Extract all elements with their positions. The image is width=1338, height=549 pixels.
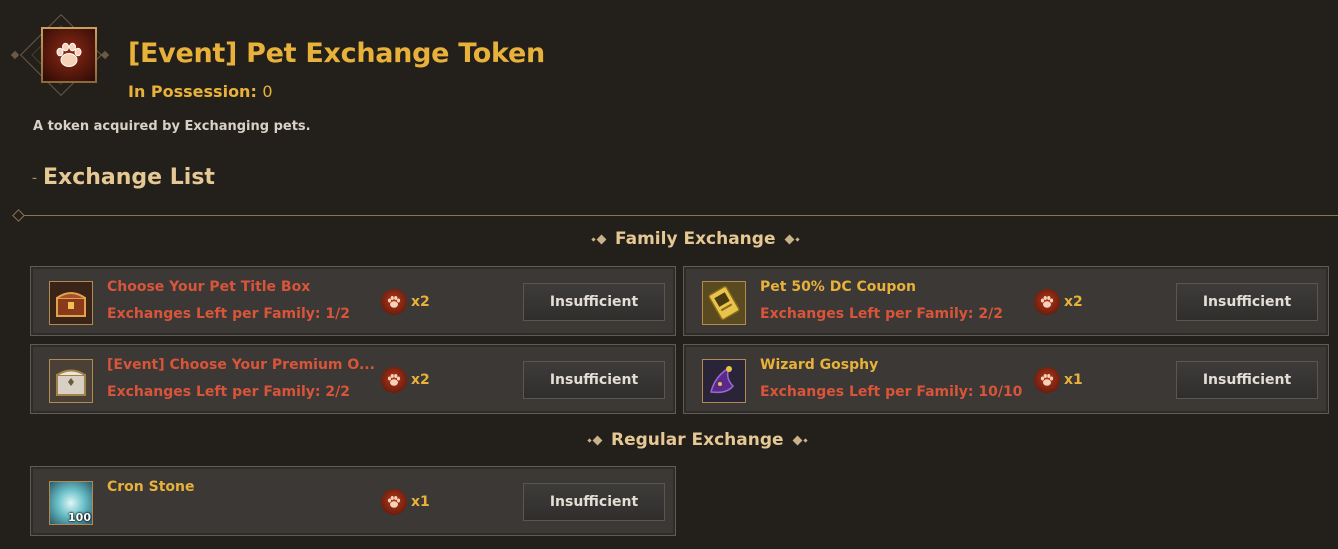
cost-qty: x2 [411,294,430,310]
cost-qty: x2 [411,372,430,388]
exchanges-left-label: Exchanges Left per Family: [760,306,974,322]
divider [20,215,1338,216]
family-exchange-label: Family Exchange [615,229,776,249]
regular-exchange-title: Regular Exchange [587,430,808,450]
pet-token-icon [41,27,97,83]
item-cost: x2 [381,367,430,393]
exchanges-left: Exchanges Left per Family: 1/2 [107,306,350,322]
exchange-button[interactable]: Insufficient [523,361,665,399]
exchange-item-wizard-gosphy: Wizard Gosphy Exchanges Left per Family:… [683,344,1329,414]
paw-token-icon [1034,367,1060,393]
exchange-button[interactable]: Insufficient [523,283,665,321]
item-cost: x1 [381,489,430,515]
exchanges-left-value: 10/10 [978,384,1023,400]
exchange-button[interactable]: Insufficient [523,483,665,521]
exchanges-left-label: Exchanges Left per Family: [760,384,974,400]
regular-exchange-label: Regular Exchange [611,430,784,450]
cost-qty: x1 [1064,372,1083,388]
item-name: Wizard Gosphy [760,357,879,373]
page-title: [Event] Pet Exchange Token [128,38,545,69]
exchange-item-cron-stone: 100 Cron Stone x1 Insufficient [30,466,676,536]
exchanges-left: Exchanges Left per Family: 2/2 [107,384,350,400]
exchanges-left: Exchanges Left per Family: 10/10 [760,384,1022,400]
possession-value: 0 [262,82,273,101]
coupon-icon [702,281,746,325]
possession-label: In Possession: [128,82,257,101]
premium-box-icon [49,359,93,403]
exchange-list-heading: – Exchange List [32,165,215,190]
possession-count: In Possession: 0 [128,82,273,101]
exchange-item-dc-coupon: Pet 50% DC Coupon Exchanges Left per Fam… [683,266,1329,336]
exchanges-left-value: 2/2 [978,306,1003,322]
paw-token-icon [381,289,407,315]
paw-token-icon [1034,289,1060,315]
item-cost: x2 [381,289,430,315]
cost-qty: x1 [411,494,430,510]
item-cost: x1 [1034,367,1083,393]
exchange-button[interactable]: Insufficient [1176,361,1318,399]
exchange-item-premium-box: [Event] Choose Your Premium O... Exchang… [30,344,676,414]
exchange-button[interactable]: Insufficient [1176,283,1318,321]
exchange-list-label: Exchange List [43,165,215,190]
treasure-chest-icon [49,281,93,325]
item-name: Cron Stone [107,479,195,495]
exchanges-left-value: 2/2 [325,384,350,400]
exchanges-left: Exchanges Left per Family: 2/2 [760,306,1003,322]
exchanges-left-value: 1/2 [325,306,350,322]
item-cost: x2 [1034,289,1083,315]
paw-token-icon [381,489,407,515]
token-frame [10,13,110,97]
exchanges-left-label: Exchanges Left per Family: [107,306,321,322]
item-name: Choose Your Pet Title Box [107,279,311,295]
wizard-hat-icon [702,359,746,403]
stack-count: 100 [68,511,91,524]
cost-qty: x2 [1064,294,1083,310]
exchange-item-pet-title-box: Choose Your Pet Title Box Exchanges Left… [30,266,676,336]
exchanges-left-label: Exchanges Left per Family: [107,384,321,400]
item-name: [Event] Choose Your Premium O... [107,357,375,373]
divider-ornament [12,209,25,222]
token-description: A token acquired by Exchanging pets. [33,119,311,134]
cron-stone-icon: 100 [49,481,93,525]
family-exchange-title: Family Exchange [591,229,800,249]
paw-token-icon [381,367,407,393]
item-name: Pet 50% DC Coupon [760,279,916,295]
